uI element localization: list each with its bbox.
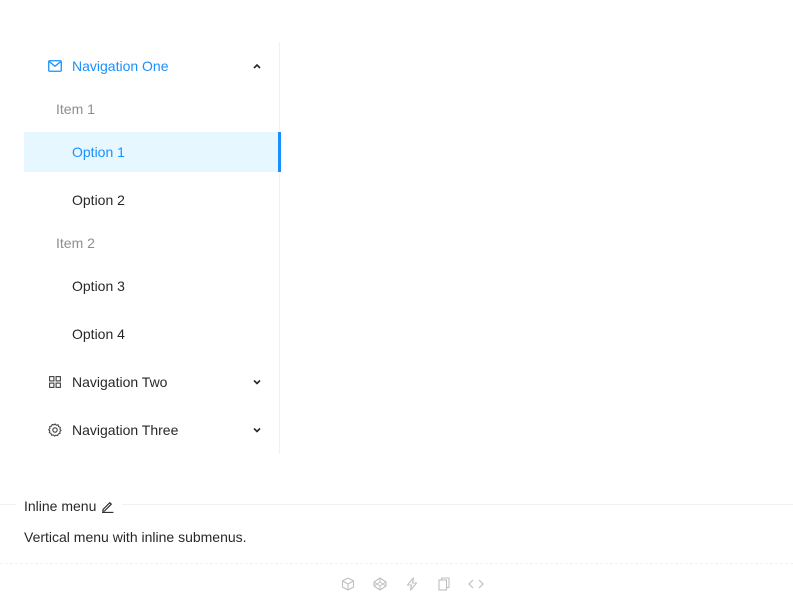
code-box-actions: [340, 575, 484, 593]
demo-description: Vertical menu with inline submenus.: [24, 529, 247, 545]
demo-title-text: Inline menu: [24, 498, 97, 514]
submenu-navigation-two[interactable]: Navigation Two: [24, 362, 280, 402]
appstore-icon: [48, 375, 62, 389]
setting-icon: [48, 423, 62, 437]
copy-icon[interactable]: [436, 576, 452, 592]
option-label: Option 1: [72, 144, 125, 160]
group-title-label: Item 1: [56, 101, 95, 117]
submenu-label: Navigation Three: [72, 422, 179, 438]
demo-title: Inline menu: [16, 496, 123, 516]
submenu-label: Navigation One: [72, 58, 169, 74]
edit-icon[interactable]: [100, 499, 114, 513]
demo-page: Navigation One Item 1 Option 1 Option 2 …: [0, 0, 793, 604]
menu-option-2[interactable]: Option 2: [24, 180, 280, 220]
codepen-icon[interactable]: [372, 576, 388, 592]
option-label: Option 3: [72, 278, 125, 294]
submenu-label: Navigation Two: [72, 374, 168, 390]
submenu-navigation-one[interactable]: Navigation One: [24, 46, 280, 86]
actions-divider: [0, 563, 793, 564]
submenu-navigation-three[interactable]: Navigation Three: [24, 410, 280, 450]
code-icon[interactable]: [468, 576, 484, 592]
thunderbolt-icon[interactable]: [404, 576, 420, 592]
group-title-item-2: Item 2: [24, 229, 280, 257]
group-title-item-1: Item 1: [24, 95, 280, 123]
chevron-down-icon: [252, 377, 262, 387]
option-label: Option 4: [72, 326, 125, 342]
group-title-label: Item 2: [56, 235, 95, 251]
menu-option-3[interactable]: Option 3: [24, 266, 280, 306]
chevron-up-icon: [252, 61, 262, 71]
option-label: Option 2: [72, 192, 125, 208]
chevron-down-icon: [252, 425, 262, 435]
menu-option-4[interactable]: Option 4: [24, 314, 280, 354]
codesandbox-icon[interactable]: [340, 576, 356, 592]
menu-option-1[interactable]: Option 1: [24, 132, 281, 172]
mail-icon: [48, 59, 62, 73]
inline-menu: Navigation One Item 1 Option 1 Option 2 …: [24, 42, 281, 454]
